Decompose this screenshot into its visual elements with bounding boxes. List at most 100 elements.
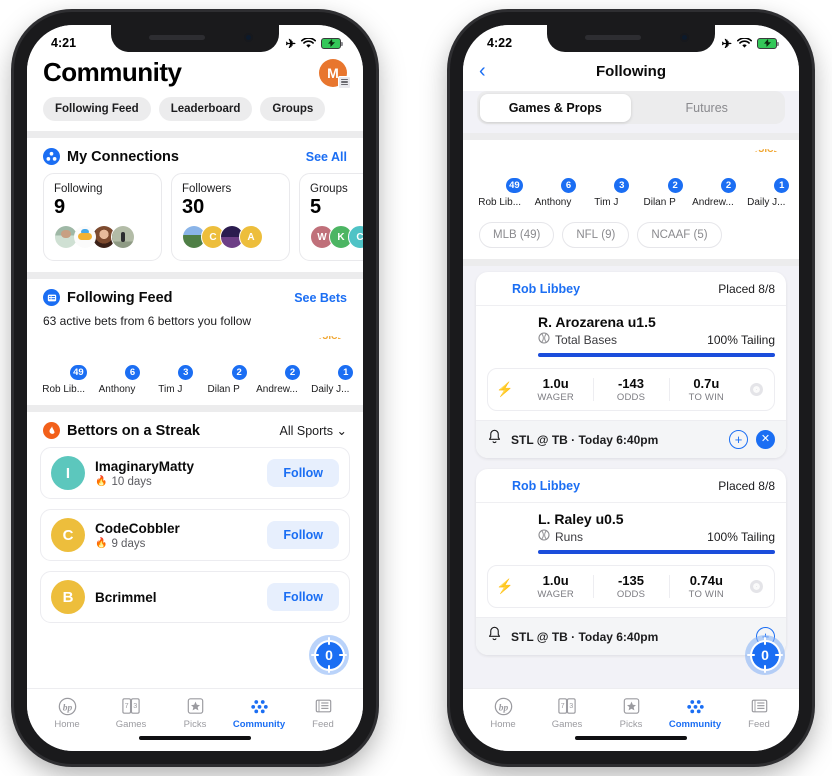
screenshot-stage: 4:21 ✈ Community M Following Feed Leader… xyxy=(0,0,832,776)
tab-picks[interactable]: Picks xyxy=(165,696,225,730)
bettor-item[interactable]: 49 Rob Lib... xyxy=(41,336,88,395)
league-label: MLB xyxy=(493,229,517,241)
streak-days-label: 10 days xyxy=(111,475,152,488)
bottom-tab-bar: bp Home 73 Games Picks Community Feed xyxy=(463,688,799,730)
section-divider xyxy=(27,272,363,279)
bp-logo-icon: bp xyxy=(473,696,533,716)
bet-count-badge: 1 xyxy=(773,177,791,194)
right-phone-frame: 4:22 ✈ ‹ Following Games & Props Futures… xyxy=(450,12,812,764)
bettor-item[interactable]: 49 Rob Lib... xyxy=(477,149,524,208)
see-bets-link[interactable]: See Bets xyxy=(294,291,347,305)
crosshair-target-icon[interactable]: 0 xyxy=(745,635,785,675)
bet-card[interactable]: Rob Libbey Placed 8/8 L. Raley u0.5 Runs xyxy=(476,469,786,655)
bet-count-badge: 49 xyxy=(69,364,88,381)
lightning-bolt-icon: ⚡ xyxy=(496,578,514,594)
wager-cell: 1.0u WAGER xyxy=(518,376,593,403)
profile-avatar-button[interactable]: M xyxy=(319,58,351,89)
svg-text:bp: bp xyxy=(498,703,508,713)
battery-charging-icon xyxy=(757,37,779,49)
crosshair-target-icon[interactable]: 0 xyxy=(309,635,349,675)
tab-leaderboard[interactable]: Leaderboard xyxy=(158,97,253,121)
bettor-item[interactable]: 3 Tim J xyxy=(584,149,631,208)
bet-count-badge: 3 xyxy=(613,177,631,194)
bet-count-badge: 3 xyxy=(177,364,195,381)
sport-filter-label: All Sports xyxy=(279,424,334,438)
bp-logo-icon: bp xyxy=(37,696,97,716)
bet-count-badge: 6 xyxy=(559,177,577,194)
bettor-name: Bcrimmel xyxy=(95,589,157,605)
avatar xyxy=(111,225,135,249)
bettor-item[interactable]: 2 Dilan P xyxy=(201,336,248,395)
add-icon[interactable]: + xyxy=(729,430,748,449)
card-label: Groups xyxy=(310,183,348,195)
sport-filter-dropdown[interactable]: All Sports ⌄ xyxy=(280,423,347,438)
speaker-grille xyxy=(585,35,641,40)
bettor-item[interactable]: 3 Tim J xyxy=(148,336,195,395)
flame-icon: 🔥 xyxy=(95,538,108,549)
bettor-item[interactable]: 2 Andrew... xyxy=(690,149,737,208)
connection-card-followers[interactable]: Followers 30 C A xyxy=(171,173,290,261)
home-indicator xyxy=(27,730,363,751)
bet-count-badge: 6 xyxy=(123,364,141,381)
select-bet-radio[interactable] xyxy=(744,383,770,396)
bettor-item[interactable]: 1 Daily J... xyxy=(744,149,791,208)
segment-futures[interactable]: Futures xyxy=(631,94,783,122)
community-tabs: Following Feed Leaderboard Groups xyxy=(43,88,347,131)
player-photo xyxy=(487,314,529,360)
bet-count-badge: 2 xyxy=(283,364,301,381)
tab-games[interactable]: 73 Games xyxy=(101,696,161,730)
bettor-item[interactable]: 1 Daily J... xyxy=(308,336,355,395)
league-chip-nfl[interactable]: NFL (9) xyxy=(562,222,630,248)
dots-cluster-icon xyxy=(229,696,289,716)
left-header: Community M Following Feed Leaderboard G… xyxy=(27,55,363,131)
tab-following-feed[interactable]: Following Feed xyxy=(43,97,151,121)
follow-button[interactable]: Follow xyxy=(267,459,339,487)
bet-user-name[interactable]: Rob Libbey xyxy=(512,479,580,493)
follow-button[interactable]: Follow xyxy=(267,521,339,549)
connection-card-following[interactable]: Following 9 xyxy=(43,173,162,261)
airplane-mode-icon: ✈ xyxy=(285,36,296,51)
see-all-link[interactable]: See All xyxy=(306,150,347,164)
tab-community[interactable]: Community xyxy=(665,696,725,730)
follow-button[interactable]: Follow xyxy=(267,583,339,611)
tab-picks[interactable]: Picks xyxy=(601,696,661,730)
league-chip-ncaaf[interactable]: NCAAF (5) xyxy=(637,222,722,248)
odds-value: -143 xyxy=(617,376,644,391)
tab-label: Community xyxy=(232,719,286,730)
tab-feed[interactable]: Feed xyxy=(293,696,353,730)
front-camera xyxy=(680,33,689,42)
select-bet-radio[interactable] xyxy=(744,580,770,593)
close-icon[interactable]: ✕ xyxy=(756,430,775,449)
game-info: STL @ TB · Today 6:40pm xyxy=(511,629,659,644)
bettor-item[interactable]: 6 Anthony xyxy=(530,149,577,208)
list-item[interactable]: C CodeCobbler 🔥 9 days Follow xyxy=(40,509,350,561)
tab-feed[interactable]: Feed xyxy=(729,696,789,730)
tab-home[interactable]: bp Home xyxy=(473,696,533,730)
left-phone-screen: 4:21 ✈ Community M Following Feed Leader… xyxy=(27,25,363,751)
feed-list-icon xyxy=(43,289,60,306)
back-button[interactable]: ‹ xyxy=(479,61,486,81)
list-item[interactable]: B Bcrimmel Follow xyxy=(40,571,350,623)
avatar xyxy=(487,280,505,298)
tab-home[interactable]: bp Home xyxy=(37,696,97,730)
card-value: 9 xyxy=(54,196,66,218)
league-filter-chips: MLB (49) NFL (9) NCAAF (5) xyxy=(463,218,799,259)
connection-card-groups[interactable]: Groups 5 W K C xyxy=(299,173,363,261)
bettor-item[interactable]: 6 Anthony xyxy=(94,336,141,395)
league-chip-mlb[interactable]: MLB (49) xyxy=(479,222,555,248)
bet-count-badge: 2 xyxy=(719,177,737,194)
odds-box: ⚡ 1.0u WAGER -143 ODDS 0.7u TO WIN xyxy=(487,368,775,411)
bell-icon[interactable] xyxy=(487,429,502,450)
segment-games-props[interactable]: Games & Props xyxy=(479,93,631,122)
bet-user-name[interactable]: Rob Libbey xyxy=(512,282,580,296)
tab-games[interactable]: 73 Games xyxy=(537,696,597,730)
avatar xyxy=(73,225,97,249)
streak-days: 🔥 9 days xyxy=(95,538,180,550)
list-item[interactable]: I ImaginaryMatty 🔥 10 days Follow xyxy=(40,447,350,499)
bettor-item[interactable]: 2 Dilan P xyxy=(637,149,684,208)
tab-groups[interactable]: Groups xyxy=(260,97,326,121)
bet-card[interactable]: Rob Libbey Placed 8/8 R. Arozarena u1.5 … xyxy=(476,272,786,458)
bettor-item[interactable]: 2 Andrew... xyxy=(254,336,301,395)
tab-community[interactable]: Community xyxy=(229,696,289,730)
bell-icon[interactable] xyxy=(487,626,502,647)
